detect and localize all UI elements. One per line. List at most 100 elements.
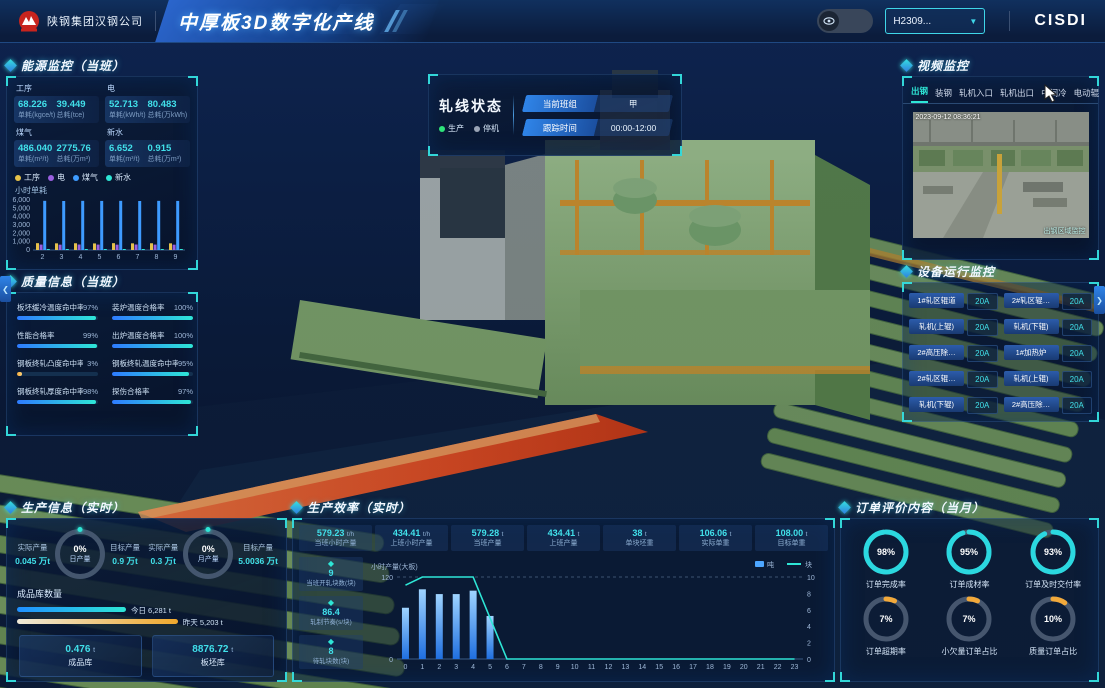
svg-text:3: 3 — [60, 254, 64, 261]
energy-metric: 486.040单耗(m³/t) — [18, 143, 57, 164]
video-tabs: 出钢装钢轧机入口轧机出口中间冷电动辊 — [903, 77, 1098, 104]
efficiency-side-stat: ◆9当班开轧块数(块) — [299, 557, 363, 591]
quality-item-value: 100% — [174, 303, 193, 312]
cisdi-logo: CISDI — [1034, 12, 1087, 30]
campaign-select[interactable]: H2309... ▼ — [885, 8, 985, 34]
visibility-toggle[interactable] — [817, 9, 873, 33]
energy-metric-label: 单耗(m³/t) — [18, 154, 57, 164]
energy-metric-value: 0.915 — [148, 143, 187, 154]
svg-text:0: 0 — [26, 247, 30, 254]
stock-bar-fill — [17, 607, 126, 612]
svg-text:1,000: 1,000 — [12, 239, 30, 246]
visibility-toggle-knob — [819, 11, 839, 31]
line-status-title: 轧线状态 — [439, 96, 503, 116]
quality-item-value: 99% — [83, 331, 98, 340]
target-output-value: 5.0036 万t — [238, 555, 278, 567]
order-donut-chart: 98% — [861, 527, 911, 577]
equipment-label: 2#高压除… — [909, 345, 964, 360]
video-tab-出钢[interactable]: 出钢 — [911, 85, 928, 103]
energy-metric-value: 68.226 — [18, 99, 57, 110]
status-dot — [439, 126, 445, 132]
video-feed[interactable]: 2023-09-12 08:36:21 出钢区域监控 — [913, 112, 1089, 238]
svg-text:23: 23 — [791, 664, 799, 671]
corner-accent — [840, 518, 850, 528]
svg-text:9: 9 — [556, 664, 560, 671]
video-tab-装钢[interactable]: 装钢 — [935, 87, 952, 103]
production-gauge-group: 实际产量0.3 万t0%月产量目标产量5.0036 万t — [148, 529, 278, 579]
equipment-label: 轧机(下辊) — [909, 397, 964, 412]
side-stat-value: 8 — [300, 646, 362, 656]
quality-item-track — [112, 372, 193, 376]
efficiency-stats-row: 579.23 t/h当班小时产量434.41 t/h上班小时产量579.28 t… — [293, 519, 834, 551]
energy-group-name: 新水 — [107, 127, 190, 138]
legend-label: 新水 — [115, 172, 131, 183]
efficiency-stat-label: 目标单重 — [757, 538, 826, 548]
right-collapse-handle[interactable]: ❯ — [1094, 286, 1105, 314]
equipment-current-value: 20A — [1062, 319, 1093, 336]
energy-metric: 68.226单耗(kgce/t) — [18, 99, 57, 120]
orders-panel-header: 订单评价内容（当月） — [840, 498, 1099, 516]
legend-label: 煤气 — [82, 172, 98, 183]
order-donut: 10%质量订单占比 — [1012, 594, 1094, 657]
gauge-progress-dot — [206, 527, 211, 532]
efficiency-stat: 106.06 t实际单重 — [679, 525, 752, 551]
energy-panel-header: 能源监控（当班） — [6, 56, 198, 74]
corner-accent — [1089, 518, 1099, 528]
corner-accent — [188, 426, 198, 436]
company-logo: 陕钢集团汉钢公司 — [18, 10, 143, 32]
left-collapse-handle[interactable]: ❮ — [0, 276, 11, 302]
equipment-current-value: 20A — [967, 397, 998, 414]
video-tab-电动辊[interactable]: 电动辊 — [1074, 87, 1100, 103]
efficiency-panel: 579.23 t/h当班小时产量434.41 t/h上班小时产量579.28 t… — [292, 518, 835, 682]
equipment-label: 2#高压除… — [1004, 397, 1059, 412]
svg-text:4: 4 — [471, 664, 475, 671]
stock-bar-fill — [17, 619, 178, 624]
quality-item-label: 板坯缓冷温度命中率 — [17, 302, 83, 313]
diamond-icon — [4, 501, 17, 514]
status-badge-value: 00:00-12:00 — [594, 119, 673, 136]
order-donut-chart: 7% — [944, 594, 994, 644]
energy-panel-title: 能源监控（当班） — [21, 57, 125, 74]
quality-item-label: 装炉温度合格率 — [112, 302, 165, 313]
gauge-name: 日产量 — [70, 554, 91, 564]
svg-text:22: 22 — [774, 664, 782, 671]
store-value: 0.476 t — [65, 644, 95, 655]
equipment-label: 1#轧区辊道 — [909, 293, 964, 308]
svg-text:6: 6 — [117, 254, 121, 261]
gauge-percent: 0% — [202, 544, 215, 554]
legend-item: 电 — [48, 172, 65, 183]
quality-item: 钢板终轧凸度命中率3% — [17, 358, 98, 376]
video-tab-轧机出口[interactable]: 轧机出口 — [1000, 87, 1034, 103]
energy-metric-label: 总耗(万kWh) — [148, 110, 187, 120]
droplet-icon: ◆ — [300, 638, 362, 646]
svg-text:19: 19 — [723, 664, 731, 671]
energy-metric-label: 总耗(tce) — [57, 110, 96, 120]
actual-output-label: 实际产量 — [148, 542, 178, 553]
equipment-current-value: 20A — [1062, 293, 1093, 310]
svg-text:7: 7 — [522, 664, 526, 671]
value-text: 00:00-12:00 — [611, 122, 656, 132]
efficiency-stat-value: 38 t — [605, 528, 674, 538]
svg-text:9: 9 — [174, 254, 178, 261]
corner-accent — [188, 292, 198, 302]
cctv-frame — [913, 112, 1089, 238]
energy-metric-value: 2775.76 — [57, 143, 96, 154]
company-logo-icon — [18, 10, 40, 32]
stock-bars: 今日 6,281 t昨天 5,203 t — [7, 605, 286, 627]
quality-item-top: 钢板终轧温度命中率95% — [112, 358, 193, 369]
corner-accent — [428, 74, 438, 84]
svg-text:5: 5 — [98, 254, 102, 261]
corner-accent — [428, 146, 438, 156]
quality-item: 钢板终轧厚度命中率98% — [17, 386, 98, 404]
svg-text:4: 4 — [79, 254, 83, 261]
order-donut-chart: 7% — [861, 594, 911, 644]
energy-group-name: 煤气 — [16, 127, 99, 138]
gauge-name: 月产量 — [198, 554, 219, 564]
quality-item-fill — [112, 344, 193, 348]
status-badge: 当前班组甲 — [522, 95, 673, 112]
eye-icon — [823, 15, 835, 27]
quality-item-label: 探伤合格率 — [112, 386, 150, 397]
video-tab-轧机入口[interactable]: 轧机入口 — [959, 87, 993, 103]
legend-dot — [73, 175, 79, 181]
hourly-output-chart: 小时产量(大板)吨块012002468100123456789101112131… — [367, 557, 829, 673]
